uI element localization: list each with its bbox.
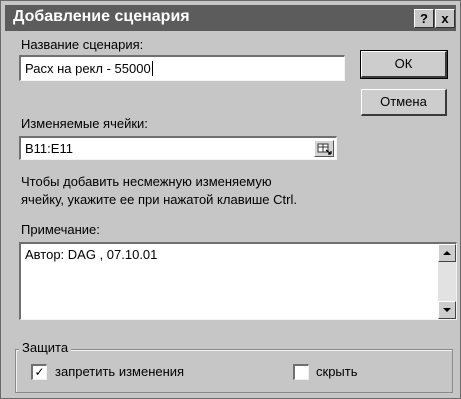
range-select-icon: [317, 143, 332, 155]
hide-label[interactable]: скрыть: [316, 364, 358, 379]
question-icon: ?: [420, 11, 428, 26]
hide-checkbox[interactable]: [293, 364, 309, 380]
cancel-button-label: Отмена: [380, 94, 427, 109]
scenario-name-label: Название сценария:: [21, 37, 144, 52]
changing-cells-input[interactable]: B11:E11: [19, 136, 337, 160]
scroll-up-button[interactable]: [438, 244, 456, 262]
close-button[interactable]: x: [435, 9, 455, 28]
changing-cells-label: Изменяемые ячейки:: [21, 116, 148, 131]
comment-textarea[interactable]: Автор: DAG , 07.10.01: [19, 242, 457, 320]
protection-group-title: Защита: [19, 340, 72, 355]
ok-button-label: ОК: [394, 56, 413, 71]
scenario-name-value: Расх на рекл - 55000: [25, 61, 151, 76]
comment-label: Примечание:: [21, 222, 100, 237]
add-scenario-dialog: Добавление сценария ? x Название сценари…: [0, 0, 461, 399]
changing-cells-hint-line2: ячейку, укажите ее при нажатой клавише C…: [21, 192, 297, 207]
title-bar[interactable]: Добавление сценария ? x: [5, 5, 456, 31]
close-icon: x: [441, 11, 449, 26]
changing-cells-hint-line1: Чтобы добавить несмежную изменяемую: [21, 174, 272, 189]
collapse-dialog-button[interactable]: [314, 140, 334, 157]
prevent-changes-checkbox[interactable]: ✓: [31, 364, 47, 380]
prevent-changes-label[interactable]: запретить изменения: [55, 364, 184, 379]
scenario-name-input[interactable]: Расх на рекл - 55000: [19, 55, 345, 81]
cancel-button[interactable]: Отмена: [361, 89, 447, 116]
down-arrow-icon: [443, 308, 451, 312]
comment-value: Автор: DAG , 07.10.01: [25, 247, 158, 262]
dialog-title: Добавление сценария: [13, 8, 190, 25]
checkmark-icon: ✓: [34, 365, 45, 379]
ok-button[interactable]: ОК: [360, 50, 448, 79]
comment-scrollbar[interactable]: [438, 244, 456, 319]
scroll-down-button[interactable]: [438, 301, 456, 319]
changing-cells-value: B11:E11: [25, 141, 73, 156]
text-caret: [151, 61, 153, 76]
up-arrow-icon: [443, 251, 451, 255]
help-button[interactable]: ?: [414, 9, 434, 28]
